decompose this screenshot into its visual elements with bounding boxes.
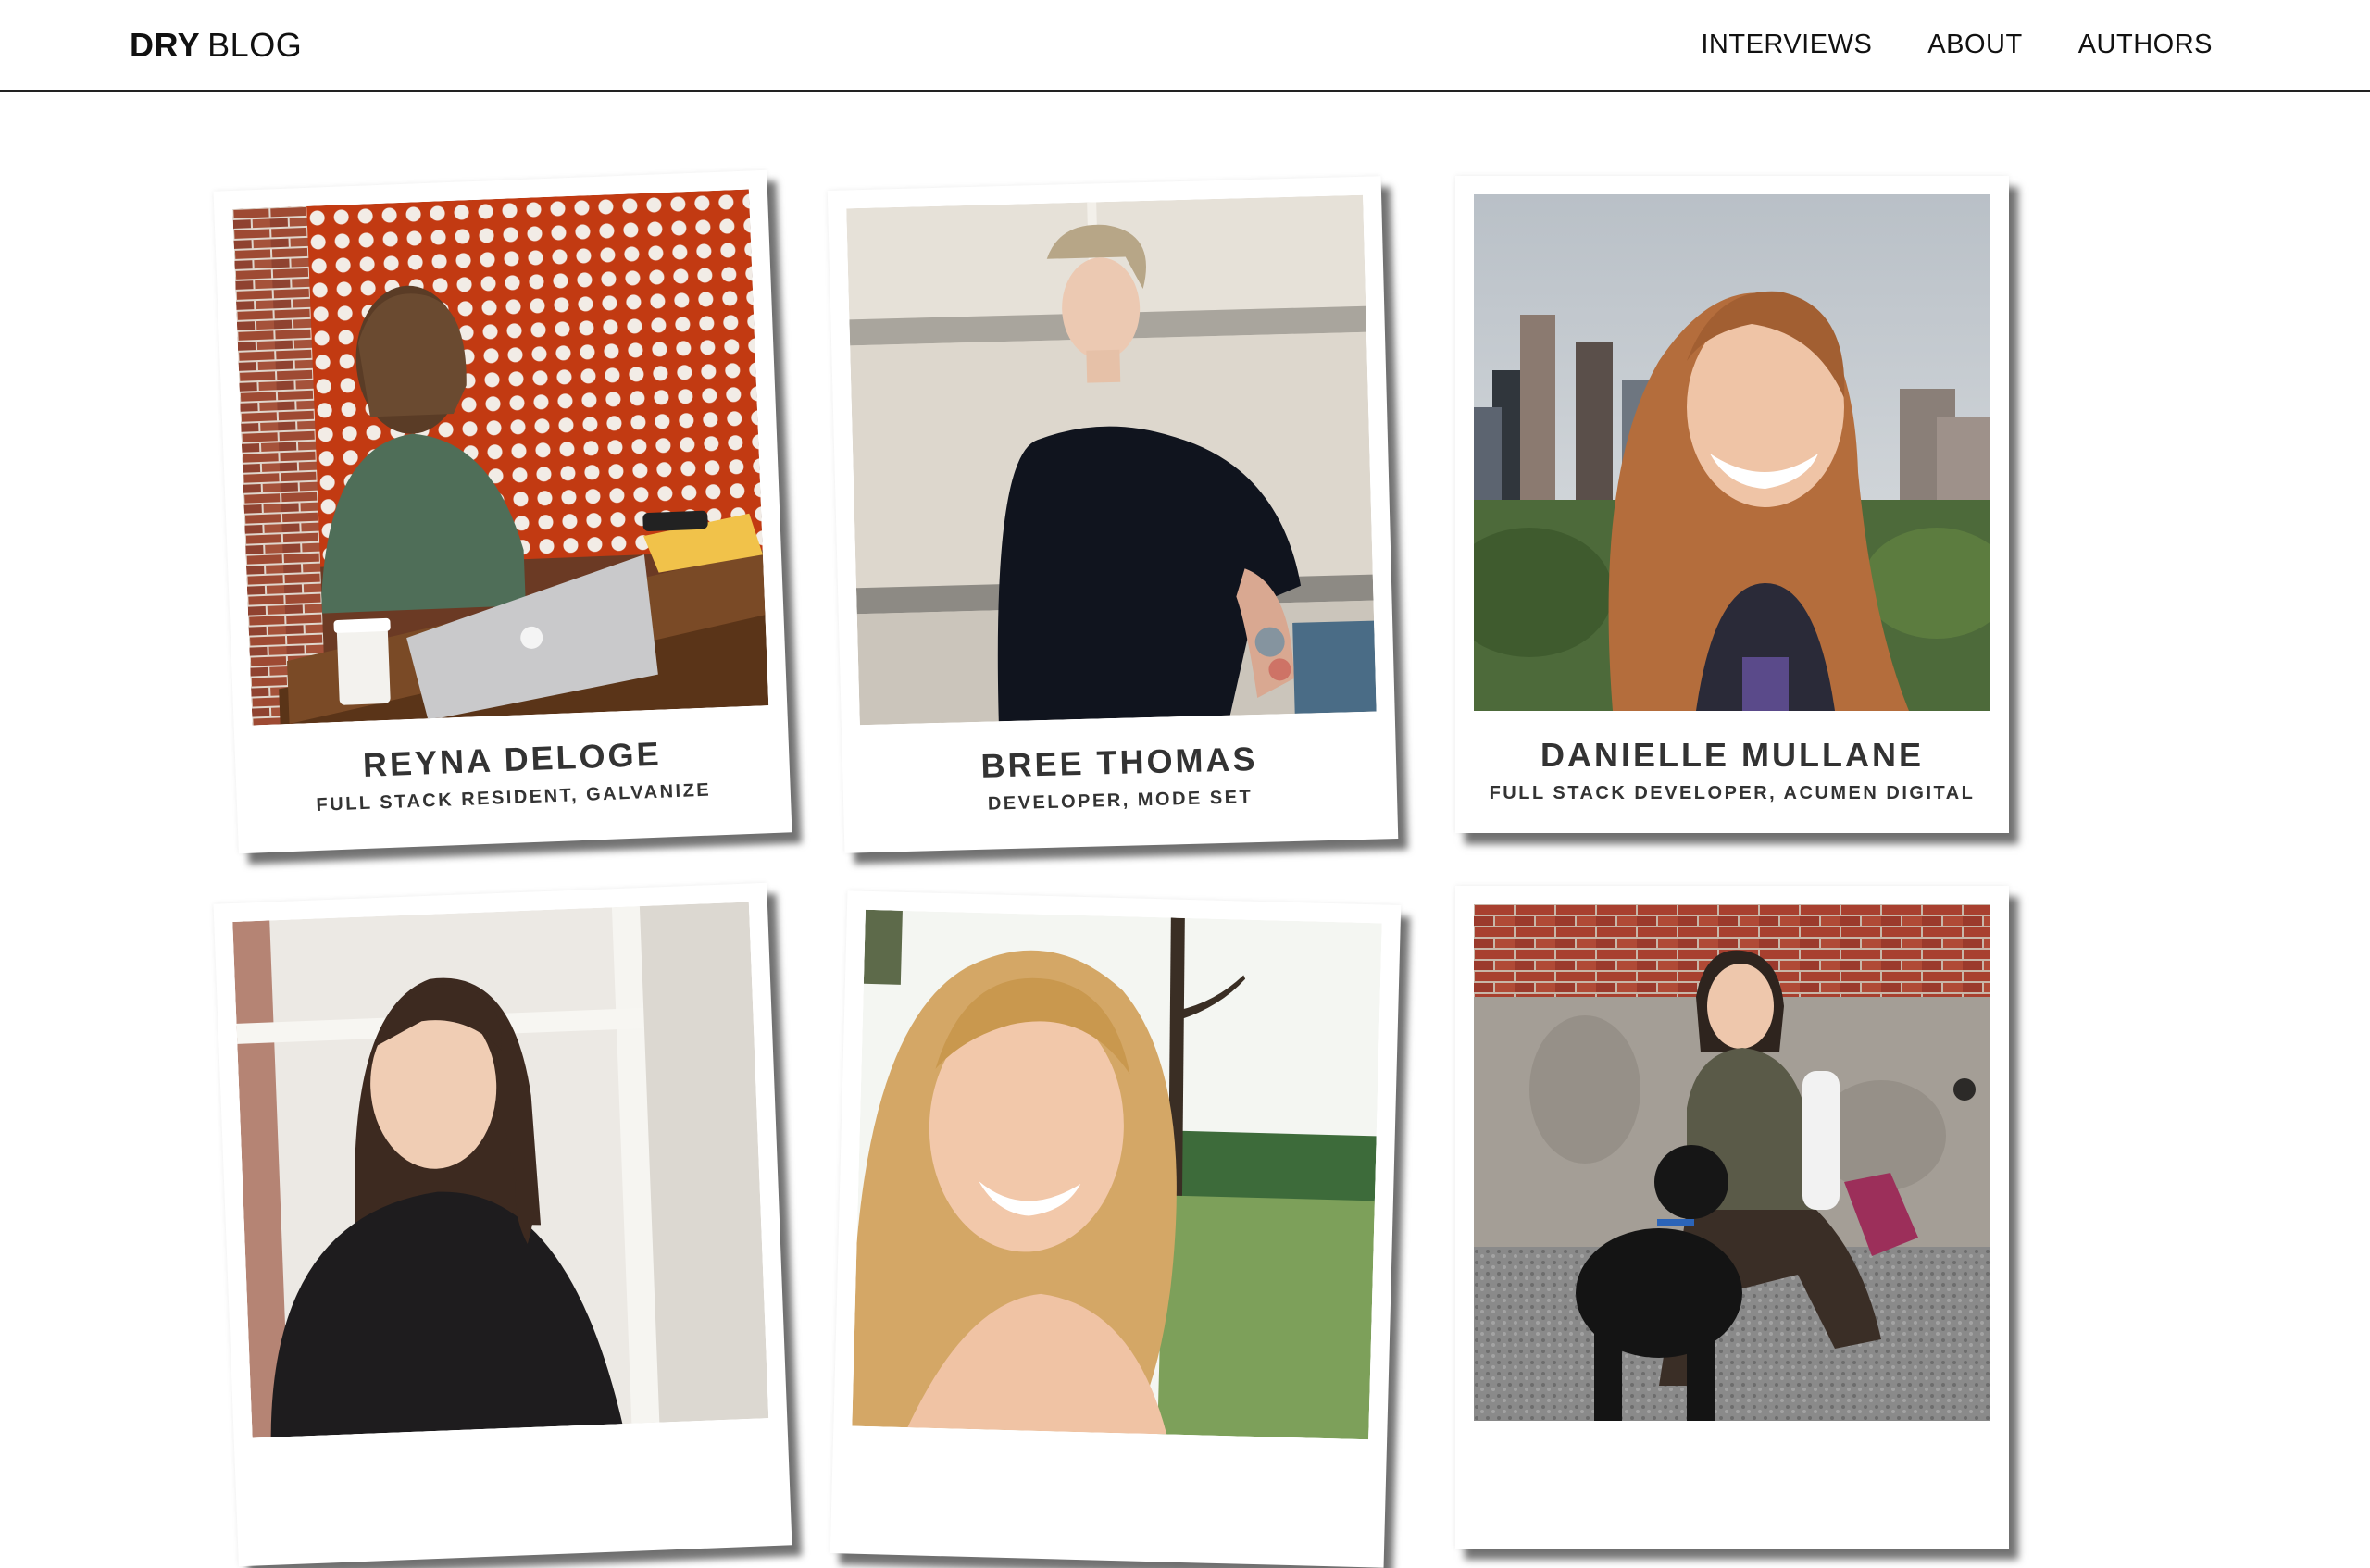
nav-authors[interactable]: AUTHORS bbox=[2078, 30, 2213, 60]
card-caption bbox=[1474, 1421, 1990, 1517]
author-photo bbox=[1474, 194, 1990, 711]
author-card-reyna-deloge[interactable]: REYNA DELOGE FULL STACK RESIDENT, GALVAN… bbox=[213, 169, 792, 854]
card-caption bbox=[850, 1426, 1369, 1537]
author-card-4[interactable] bbox=[213, 882, 792, 1567]
author-name bbox=[254, 1444, 770, 1463]
card-caption: BREE THOMAS DEVELOPER, MODE SET bbox=[860, 712, 1379, 822]
card-caption: REYNA DELOGE FULL STACK RESIDENT, GALVAN… bbox=[253, 705, 773, 821]
author-photo bbox=[232, 902, 769, 1438]
author-card-5[interactable] bbox=[830, 890, 1402, 1568]
brand-logo-link[interactable]: DRY BLOG bbox=[130, 26, 302, 65]
author-role bbox=[851, 1462, 1367, 1475]
author-photo bbox=[846, 194, 1377, 726]
author-role: FULL STACK DEVELOPER, ACUMEN DIGITAL bbox=[1489, 782, 1976, 803]
author-photo bbox=[1474, 904, 1990, 1421]
brand-light: BLOG bbox=[207, 26, 303, 64]
brand-bold: DRY bbox=[130, 26, 201, 64]
nav-about[interactable]: ABOUT bbox=[1927, 30, 2022, 60]
author-name: BREE THOMAS bbox=[980, 740, 1258, 785]
author-role bbox=[254, 1453, 770, 1473]
author-photo bbox=[232, 189, 769, 726]
author-name bbox=[852, 1452, 1368, 1466]
card-caption: DANIELLE MULLANE FULL STACK DEVELOPER, A… bbox=[1474, 711, 1990, 807]
site-header: DRY BLOG INTERVIEWS ABOUT AUTHORS bbox=[0, 0, 2370, 92]
main-nav: INTERVIEWS ABOUT AUTHORS bbox=[1701, 30, 2213, 60]
author-role: DEVELOPER, MODE SET bbox=[987, 786, 1254, 815]
nav-interviews[interactable]: INTERVIEWS bbox=[1701, 30, 1872, 60]
author-name: DANIELLE MULLANE bbox=[1540, 736, 1924, 774]
author-card-6[interactable] bbox=[1455, 886, 2009, 1549]
author-photo bbox=[852, 909, 1382, 1440]
author-card-bree-thomas[interactable]: BREE THOMAS DEVELOPER, MODE SET bbox=[827, 176, 1399, 853]
author-card-danielle-mullane[interactable]: DANIELLE MULLANE FULL STACK DEVELOPER, A… bbox=[1455, 176, 2009, 833]
card-caption bbox=[253, 1418, 773, 1534]
